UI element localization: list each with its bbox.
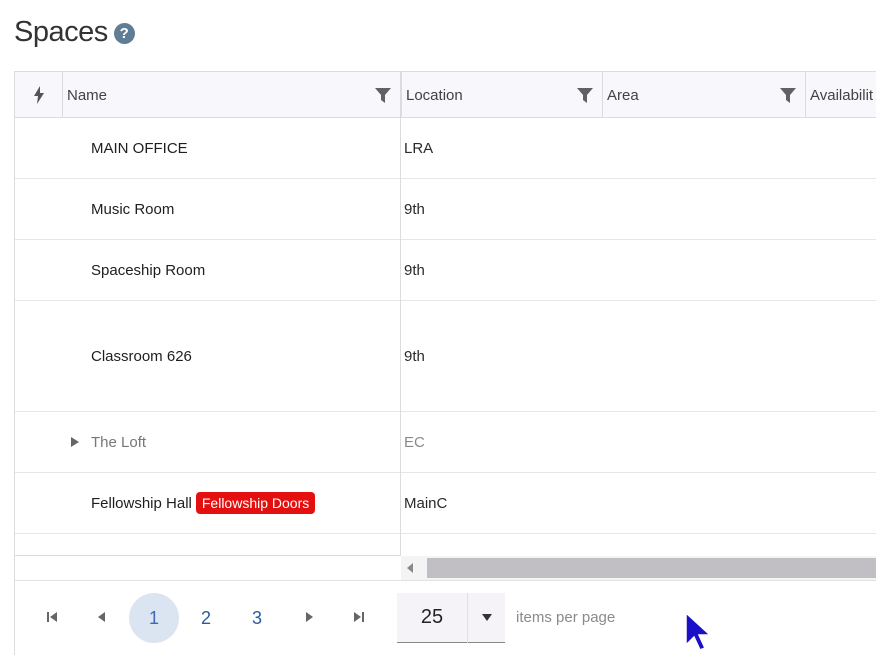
table-row[interactable]: LRA	[401, 118, 876, 179]
page-size-value[interactable]: 25	[397, 606, 467, 629]
space-badge: Fellowship Doors	[195, 492, 316, 514]
space-name[interactable]: Classroom 626	[15, 348, 192, 365]
prev-page-icon[interactable]	[95, 609, 109, 625]
page-size-select[interactable]: 25	[397, 592, 505, 643]
spaces-grid: Name Location Area Availabilit MAIN OFFI…	[14, 71, 876, 655]
grid-body-scrollable: LRA 9th 9th 9th EC MainC	[401, 118, 876, 556]
horizontal-scrollbar[interactable]	[401, 556, 876, 580]
help-icon[interactable]: ?	[113, 23, 135, 44]
table-row[interactable]: Fellowship Hall Fellowship Doors	[15, 473, 400, 534]
table-row[interactable]: MAIN OFFICE	[15, 118, 400, 179]
table-row[interactable]: Classroom 626	[15, 301, 400, 412]
items-per-page-label: items per page	[516, 609, 616, 626]
space-location: 9th	[404, 261, 425, 279]
scroll-left-icon[interactable]	[407, 563, 413, 573]
table-row[interactable]: EC	[401, 412, 876, 473]
space-name[interactable]: The Loft	[15, 434, 146, 451]
first-page-icon[interactable]	[45, 609, 59, 625]
chevron-down-icon	[481, 614, 492, 621]
page-button-2[interactable]: 2	[181, 593, 231, 643]
table-row[interactable]: 9th	[401, 240, 876, 301]
page-button-1[interactable]: 1	[129, 593, 179, 643]
actions-column-header[interactable]	[15, 72, 63, 118]
table-row[interactable]: 9th	[401, 179, 876, 240]
filter-icon[interactable]	[779, 86, 797, 104]
pager: 1 2 3 25 items per page	[15, 580, 876, 655]
space-name[interactable]: Music Room	[15, 201, 174, 218]
scrollbar-thumb[interactable]	[427, 558, 876, 578]
grid-body-locked: MAIN OFFICE Music Room Spaceship Room Cl…	[15, 118, 401, 556]
page-button-3[interactable]: 3	[232, 593, 282, 643]
column-header-label: Availabilit	[810, 86, 874, 104]
table-row[interactable]: MainC	[401, 473, 876, 534]
column-header-label: Location	[406, 86, 463, 104]
table-row[interactable]: 9th	[401, 301, 876, 412]
space-name[interactable]: MAIN OFFICE	[15, 140, 188, 157]
column-header-name[interactable]: Name	[63, 72, 401, 118]
lightning-icon	[33, 86, 44, 104]
column-header-location[interactable]: Location	[401, 72, 603, 118]
space-location: LRA	[404, 139, 434, 157]
expand-arrow-icon[interactable]	[71, 437, 79, 447]
page-size-toggle[interactable]	[467, 592, 505, 643]
filter-icon[interactable]	[576, 86, 594, 104]
space-location: MainC	[404, 494, 448, 512]
grid-header: Name Location Area Availabilit	[15, 72, 876, 118]
column-header-label: Area	[607, 86, 639, 104]
page-title: Spaces	[14, 15, 108, 48]
column-header-label: Name	[67, 86, 108, 104]
next-page-icon[interactable]	[302, 609, 316, 625]
space-location: EC	[404, 433, 425, 451]
table-row[interactable]: Spaceship Room	[15, 240, 400, 301]
space-name[interactable]: Spaceship Room	[15, 262, 205, 279]
table-row[interactable]: The Loft	[15, 412, 400, 473]
space-location: 9th	[404, 347, 425, 365]
last-page-icon[interactable]	[352, 609, 366, 625]
mouse-cursor-icon	[685, 611, 712, 651]
space-name[interactable]: Fellowship Hall	[15, 495, 192, 512]
space-location: 9th	[404, 200, 425, 218]
table-row[interactable]: Music Room	[15, 179, 400, 240]
column-header-area[interactable]: Area	[603, 72, 806, 118]
column-header-availability[interactable]: Availabilit	[806, 72, 876, 118]
filter-icon[interactable]	[374, 86, 392, 104]
page-header: Spaces ?	[14, 14, 135, 50]
